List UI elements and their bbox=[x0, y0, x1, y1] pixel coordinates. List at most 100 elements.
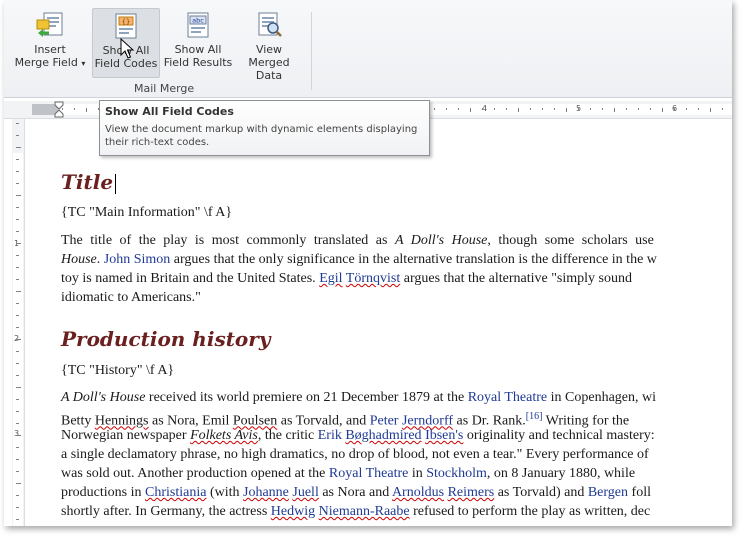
link-boghadmired[interactable]: Bøghadmired bbox=[345, 428, 421, 443]
field-code-tc-history[interactable]: {TC "History" \f A} bbox=[61, 361, 174, 380]
ruler-tick bbox=[16, 327, 19, 328]
link-royal-theatre[interactable]: Royal Theatre bbox=[468, 390, 547, 405]
ruler-tick bbox=[542, 108, 543, 110]
ruler-tick bbox=[434, 108, 435, 110]
view-merged-data-button[interactable]: View Merged Data bbox=[236, 8, 302, 82]
link-ibsens[interactable]: Ibsen's bbox=[425, 428, 463, 443]
ruler-tick bbox=[662, 108, 663, 112]
tooltip-body: View the document markup with dynamic el… bbox=[105, 124, 418, 148]
ruler-tick bbox=[722, 108, 723, 110]
heading-production-history: Production history bbox=[61, 327, 271, 351]
ruler-tick bbox=[602, 108, 603, 110]
ruler-tick bbox=[482, 108, 483, 110]
ruler-tick bbox=[16, 291, 21, 292]
ruler-tick bbox=[16, 195, 21, 196]
show-field-codes-icon: {} bbox=[115, 13, 137, 39]
ruler-tick bbox=[16, 387, 21, 388]
ruler-number: 3 bbox=[14, 429, 20, 438]
link-royal-theatre-2[interactable]: Royal Theatre bbox=[329, 466, 408, 481]
ruler-tick bbox=[16, 471, 19, 472]
ruler-tick bbox=[16, 399, 19, 400]
ruler-tick bbox=[554, 108, 555, 110]
paragraph-line: House. John Simon argues that the only s… bbox=[61, 252, 657, 267]
show-field-results-icon: abc bbox=[187, 12, 209, 38]
paragraph-line: a single declamatory phrase, no high dra… bbox=[61, 447, 649, 462]
ruler-tick bbox=[566, 108, 567, 112]
insert-merge-field-label-1: Insert bbox=[34, 43, 66, 56]
link-juell[interactable]: Juell bbox=[292, 485, 318, 500]
ruler-tick bbox=[698, 108, 699, 110]
paragraph-line: The title of the play is most commonly t… bbox=[61, 233, 654, 248]
document-page[interactable]: Title {TC "Main Information" \f A} The t… bbox=[56, 119, 732, 526]
ruler-tick bbox=[626, 108, 627, 110]
paragraph-line: toy is named in Britain and the United S… bbox=[61, 271, 632, 286]
show-all-field-results-label-2: Field Results bbox=[163, 56, 233, 69]
ruler-tick bbox=[16, 303, 19, 304]
paragraph-line: Norwegian newspaper Folkets Avis, the cr… bbox=[61, 428, 655, 443]
ruler-tick bbox=[16, 363, 19, 364]
ruler-tick bbox=[590, 108, 591, 110]
view-merged-data-label-2: Data bbox=[255, 69, 283, 82]
ruler-tick bbox=[16, 519, 19, 520]
show-all-field-results-label-1: Show All bbox=[174, 43, 222, 56]
field-code-tc-main[interactable]: {TC "Main Information" \f A} bbox=[61, 203, 232, 222]
svg-text:abc: abc bbox=[192, 17, 204, 25]
ruler-tick bbox=[16, 231, 19, 232]
ruler-tick bbox=[16, 423, 19, 424]
ruler-tick bbox=[16, 159, 19, 160]
link-stockholm[interactable]: Stockholm bbox=[426, 466, 487, 481]
paragraph-line: idiomatic to Americans." bbox=[61, 290, 201, 305]
ruler-tick bbox=[62, 108, 63, 110]
link-hedwig[interactable]: Hedwig bbox=[271, 504, 315, 519]
paragraph-line: A Doll's House received its world premie… bbox=[61, 390, 656, 405]
link-reimers[interactable]: Reimers bbox=[448, 485, 495, 500]
tooltip-title: Show All Field Codes bbox=[105, 105, 234, 118]
link-egil[interactable]: Egil bbox=[319, 271, 342, 286]
ruler-tick bbox=[86, 108, 87, 112]
ruler-tick bbox=[470, 108, 471, 112]
insert-merge-field-label-2: Merge Field bbox=[14, 56, 78, 69]
show-all-field-results-button[interactable]: abc Show All Field Results bbox=[162, 8, 234, 76]
link-john-simon[interactable]: John Simon bbox=[104, 252, 171, 267]
view-merged-data-icon bbox=[258, 12, 282, 37]
ruler-tick bbox=[16, 351, 19, 352]
ruler-tick bbox=[506, 108, 507, 110]
ruler-tick bbox=[16, 123, 19, 124]
svg-text:{}: {} bbox=[122, 18, 130, 26]
insert-merge-field-icon bbox=[36, 12, 63, 37]
ruler-tick bbox=[16, 147, 21, 148]
ruler-tick bbox=[16, 255, 19, 256]
ruler-tick bbox=[16, 279, 19, 280]
ruler-tick bbox=[686, 108, 687, 110]
ruler-tick bbox=[710, 108, 711, 112]
ruler-tick bbox=[16, 207, 19, 208]
link-erik[interactable]: Erik bbox=[318, 428, 342, 443]
document-title[interactable]: Title bbox=[61, 170, 117, 194]
link-bergen[interactable]: Bergen bbox=[588, 485, 628, 500]
ruler-tick bbox=[458, 108, 459, 110]
ruler-tick bbox=[16, 267, 19, 268]
ruler-tick bbox=[494, 108, 495, 110]
ruler-tick bbox=[74, 108, 75, 110]
paragraph-line: was sold out. Another production opened … bbox=[61, 466, 636, 481]
dropdown-arrow-icon: ▾ bbox=[81, 59, 86, 68]
ruler-tick bbox=[674, 108, 675, 110]
link-christiania[interactable]: Christiania bbox=[145, 485, 206, 500]
ruler-tick bbox=[16, 495, 19, 496]
citation-link[interactable]: [16] bbox=[526, 411, 543, 422]
ruler-tick bbox=[518, 108, 519, 112]
link-tornqvist[interactable]: Törnqvist bbox=[346, 271, 400, 286]
paragraph-line: shortly after. In Germany, the actress H… bbox=[61, 504, 651, 519]
vertical-ruler[interactable]: 1 2 3 bbox=[12, 119, 25, 526]
ruler-tick bbox=[16, 435, 21, 436]
ruler-tick bbox=[16, 219, 19, 220]
paragraph-line: productions in Christiania (with Johanne… bbox=[61, 485, 651, 500]
link-johanne[interactable]: Johanne bbox=[243, 485, 289, 500]
link-arnoldus[interactable]: Arnoldus bbox=[392, 485, 444, 500]
ruler-tick bbox=[16, 243, 21, 244]
insert-merge-field-button[interactable]: Insert Merge Field ▾ bbox=[14, 8, 86, 76]
application-window: Insert Merge Field ▾ {} Show All Field C… bbox=[4, 0, 732, 526]
group-separator bbox=[311, 12, 312, 90]
link-niemann-raabe[interactable]: Niemann-Raabe bbox=[319, 504, 410, 519]
mail-merge-group-label: Mail Merge bbox=[134, 82, 195, 95]
